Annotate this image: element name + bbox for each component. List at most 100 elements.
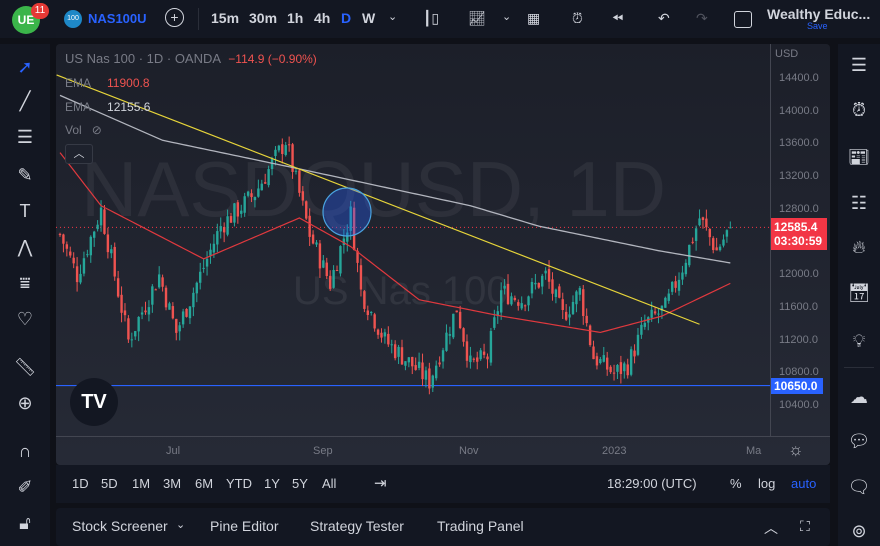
interval-w[interactable]: W [362, 10, 375, 26]
range-all[interactable]: All [322, 476, 336, 491]
lock-drawing-icon[interactable]: ✐ [12, 474, 38, 500]
time-axis[interactable]: Jul Sep Nov 2023 Ma ☼ [56, 436, 830, 465]
trend-line-icon[interactable]: ╱ [12, 88, 38, 114]
candle-body [718, 246, 722, 251]
fullscreen-icon[interactable] [734, 11, 752, 28]
tab-strategy-tester[interactable]: Strategy Tester [310, 518, 404, 534]
brush-icon[interactable]: ✎ [12, 162, 38, 188]
tab-trading-panel[interactable]: Trading Panel [437, 518, 524, 534]
ideas-lightbulb-icon[interactable]: 💡︎ [846, 328, 872, 354]
candle-body [226, 216, 229, 235]
candles-chart-type-icon[interactable]: ┃▯ [423, 10, 439, 27]
candle-body [287, 144, 291, 146]
candle-body [116, 278, 120, 297]
alarm-clock-icon[interactable]: ⏰︎ [846, 97, 872, 123]
legend-vol[interactable]: Vol ⊘ [65, 123, 102, 137]
watchlist-icon[interactable]: ☰ [846, 52, 872, 78]
legend-ema1[interactable]: EMA 11900.8 [65, 76, 150, 90]
candle-body [571, 301, 575, 315]
currency-selector[interactable]: USD [775, 48, 798, 60]
symbol-search[interactable]: NAS100U [88, 11, 147, 26]
interval-4h[interactable]: 4h [314, 10, 330, 26]
legend-ema2[interactable]: EMA 12155.6 [65, 100, 150, 114]
calendar-icon[interactable]: 📅︎ [846, 280, 872, 306]
text-icon[interactable]: T [12, 198, 38, 224]
price-axis[interactable]: USD 14400.0 14000.0 13600.0 13200.0 12800.0 1… [770, 44, 830, 436]
candle-body [633, 350, 636, 357]
news-icon[interactable]: 📰︎ [846, 144, 872, 170]
candle-body [551, 279, 554, 294]
chart-pane[interactable]: NASDQUSD, 1D US Nas 100 US Nas 100 · 1D … [56, 44, 830, 465]
interval-15m[interactable]: 15m [211, 10, 239, 26]
tab-stock-screener[interactable]: Stock Screener [72, 518, 168, 534]
expand-panel-icon[interactable]: ︿ [764, 518, 778, 538]
chats-icon[interactable]: 💬︎ [846, 428, 872, 454]
tradingview-logo[interactable]: TV [70, 378, 118, 426]
fib-icon[interactable]: ☰ [12, 124, 38, 150]
message-icon[interactable]: 🗨︎ [846, 474, 872, 500]
interval-d[interactable]: D [341, 10, 351, 26]
ruler-icon[interactable]: 📏︎ [12, 354, 38, 380]
candle-body [305, 201, 308, 219]
candle-body [110, 249, 113, 254]
clock[interactable]: 18:29:00 (UTC) [607, 476, 697, 491]
auto-toggle[interactable]: auto [791, 476, 816, 491]
redo-icon[interactable]: ↷ [696, 10, 708, 27]
candle-body [684, 262, 688, 275]
range-6m[interactable]: 6M [195, 476, 213, 491]
maximize-panel-icon[interactable]: ⛶ [800, 518, 810, 535]
alert-icon[interactable]: ⏰︎ [572, 10, 583, 27]
heart-icon[interactable]: ♡ [12, 306, 38, 332]
legend-symbol: US Nas 100 · 1D · OANDA [65, 51, 222, 66]
indicators-icon[interactable]: 📈︎ [468, 10, 486, 27]
chevron-down-icon[interactable]: ⌄ [502, 10, 511, 23]
undo-icon[interactable]: ↶ [658, 10, 670, 27]
add-list-icon[interactable]: ☷ [846, 190, 872, 216]
candle-body [715, 247, 718, 251]
zoom-icon[interactable]: ⊕ [12, 390, 38, 416]
range-1d[interactable]: 1D [72, 476, 89, 491]
chevron-down-icon[interactable]: ⌄ [176, 518, 185, 531]
collapse-legend-button[interactable]: ︿ [65, 144, 93, 164]
prediction-icon[interactable]: ⩸ [12, 270, 38, 296]
candle-body [493, 317, 496, 328]
price-tick: 11600.0 [779, 300, 818, 313]
date-range-bar: 1D 5D 1M 3M 6M YTD 1Y 5Y All ⇥ 18:29:00 (UTC) % … [56, 465, 830, 503]
candle-body [205, 258, 209, 267]
range-1m[interactable]: 1M [132, 476, 150, 491]
range-1y[interactable]: 1Y [264, 476, 280, 491]
lock-icon[interactable]: 🔓︎ [12, 510, 38, 536]
candle-body [192, 292, 195, 308]
layout-name[interactable]: Wealthy Educ... [767, 6, 870, 22]
interval-1h[interactable]: 1h [287, 10, 303, 26]
settings-icon[interactable]: ☼ [788, 440, 804, 460]
chevron-down-icon[interactable]: ⌄ [388, 10, 397, 23]
save-button[interactable]: Save [807, 21, 828, 31]
magnet-icon[interactable]: ∩ [12, 438, 38, 464]
range-ytd[interactable]: YTD [226, 476, 252, 491]
pattern-icon[interactable]: ⋀ [12, 234, 38, 260]
replay-icon[interactable]: ⏪︎ [612, 10, 623, 27]
candle-body [339, 246, 342, 274]
log-toggle[interactable]: log [758, 476, 775, 491]
candle-body [636, 334, 640, 355]
compare-add-icon[interactable]: + [165, 8, 184, 27]
candle-body [301, 191, 305, 201]
eye-hidden-icon[interactable]: ⊘ [92, 123, 102, 137]
range-5d[interactable]: 5D [101, 476, 118, 491]
tab-pine-editor[interactable]: Pine Editor [210, 518, 278, 534]
candle-body [667, 293, 670, 301]
goto-date-icon[interactable]: ⇥ [374, 474, 387, 492]
candle-body [161, 277, 164, 287]
range-3m[interactable]: 3M [163, 476, 181, 491]
candle-body [75, 266, 79, 283]
price-plot[interactable] [56, 44, 770, 436]
interval-30m[interactable]: 30m [249, 10, 277, 26]
cursor-icon[interactable]: ➚ [12, 54, 38, 80]
help-icon[interactable]: ⊚ [846, 518, 872, 544]
hotlists-fire-icon[interactable]: 🔥︎ [846, 234, 872, 260]
range-5y[interactable]: 5Y [292, 476, 308, 491]
chat-cloud-icon[interactable]: ☁ [846, 384, 872, 410]
layouts-icon[interactable]: ▦ [527, 10, 540, 27]
percent-toggle[interactable]: % [730, 476, 742, 491]
